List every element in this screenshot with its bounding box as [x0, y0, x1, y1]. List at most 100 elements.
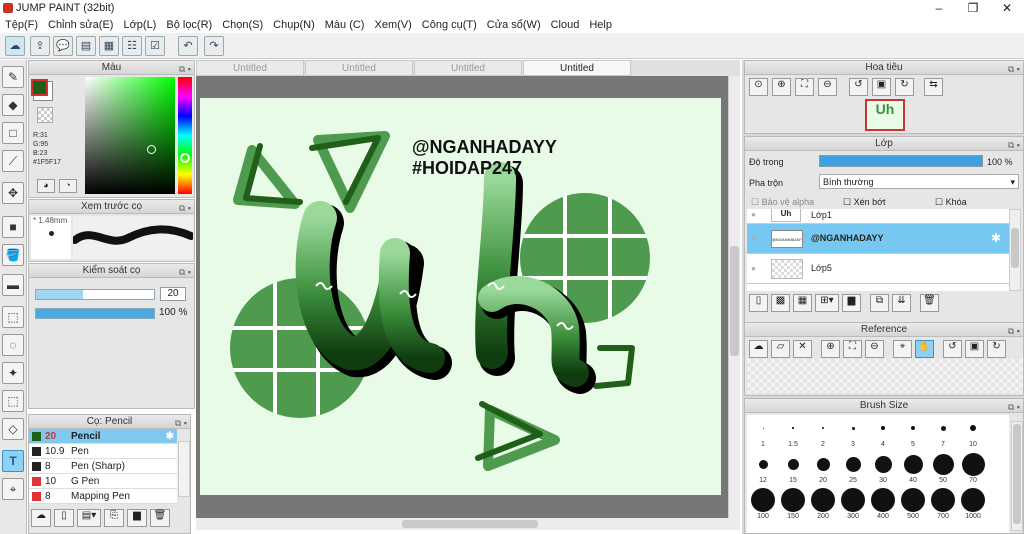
- layer-opacity-slider[interactable]: [819, 155, 983, 167]
- menu-edit[interactable]: Chỉnh sửa(E): [43, 17, 118, 33]
- brush-opacity-slider[interactable]: [35, 308, 155, 319]
- tab-untitled-active[interactable]: Untitled: [523, 60, 631, 76]
- brush-item-pen-sharp[interactable]: 8 Pen (Sharp): [29, 459, 177, 474]
- cloud-icon[interactable]: ☁: [5, 36, 25, 56]
- tab-untitled-1[interactable]: Untitled: [196, 60, 304, 76]
- brush-size-cell[interactable]: 5: [899, 417, 927, 451]
- menu-color[interactable]: Màu (C): [320, 17, 370, 33]
- clipping-checkbox[interactable]: ☐ Xén bớt: [843, 197, 886, 208]
- visibility-icon[interactable]: ●: [751, 264, 756, 273]
- brush-item-g-pen[interactable]: 10 G Pen: [29, 474, 177, 489]
- cloud-reference-icon[interactable]: ☁: [749, 340, 768, 358]
- brush-size-cell[interactable]: 700: [929, 488, 957, 523]
- brush-list-scrollbar[interactable]: [178, 441, 190, 497]
- brush-size-cell[interactable]: 300: [839, 488, 867, 523]
- panel-menu-icon[interactable]: ⧉ ▪: [1008, 138, 1020, 152]
- zoom-in-icon[interactable]: ⊕: [772, 78, 791, 96]
- lock-checkbox[interactable]: ☐ Khóa: [935, 197, 967, 208]
- panel-menu-icon[interactable]: ⧉ ▪: [1008, 324, 1020, 338]
- brush-size-input[interactable]: 20: [160, 287, 186, 301]
- reference-view[interactable]: [747, 359, 1023, 393]
- panel-icon[interactable]: ▦: [99, 36, 119, 56]
- brush-size-cell[interactable]: 1000: [959, 488, 987, 523]
- visibility-icon[interactable]: ●: [751, 210, 756, 219]
- open-reference-icon[interactable]: ▱: [771, 340, 790, 358]
- canvas-horizontal-scrollbar[interactable]: [196, 518, 740, 530]
- export-icon[interactable]: ⇪: [30, 36, 50, 56]
- brush-size-cell[interactable]: 200: [809, 488, 837, 523]
- panel-menu-icon[interactable]: ⧉ ▪: [175, 416, 187, 430]
- menu-window[interactable]: Cửa sổ(W): [482, 17, 546, 33]
- brush-size-scrollbar[interactable]: [1011, 421, 1023, 531]
- comment-icon[interactable]: 💬: [53, 36, 73, 56]
- color-palette-icon[interactable]: ◕: [37, 179, 55, 193]
- brush-size-cell[interactable]: 15: [779, 453, 807, 487]
- brush-size-cell[interactable]: 400: [869, 488, 897, 523]
- layer-row-lop1[interactable]: ● Uh Lớp1: [747, 209, 1009, 224]
- brush-size-cell[interactable]: 40: [899, 453, 927, 487]
- brush-size-cell[interactable]: 70: [959, 452, 987, 487]
- fit-window-icon[interactable]: ▣: [872, 78, 891, 96]
- panel-menu-icon[interactable]: ⧉ ▪: [1008, 62, 1020, 76]
- brush-item-mapping-pen[interactable]: 8 Mapping Pen: [29, 489, 177, 504]
- tab-untitled-3[interactable]: Untitled: [414, 60, 522, 76]
- menu-layer[interactable]: Lớp(L): [118, 17, 161, 33]
- new-brush-icon[interactable]: ▯: [54, 509, 74, 527]
- delete-layer-icon[interactable]: 🗑: [920, 294, 939, 312]
- list-icon[interactable]: ☷: [122, 36, 142, 56]
- transparent-color-swatch[interactable]: [37, 107, 53, 123]
- lasso-tool-icon[interactable]: ◌: [2, 334, 24, 356]
- brush-size-cell[interactable]: 2: [809, 417, 837, 451]
- horizontal-scroll-thumb[interactable]: [402, 520, 538, 528]
- new-halftone-layer-icon[interactable]: ▩: [771, 294, 790, 312]
- cloud-brush-icon[interactable]: ☁: [31, 509, 51, 527]
- ref-eyedropper-icon[interactable]: ⌖: [893, 340, 912, 358]
- ref-fit-window-icon[interactable]: ▣: [965, 340, 984, 358]
- menu-capture[interactable]: Chụp(N): [268, 17, 320, 33]
- brush-menu-icon[interactable]: ▤▾: [77, 509, 101, 527]
- brush-size-scroll-thumb[interactable]: [1013, 424, 1021, 524]
- ref-hand-icon[interactable]: ✋: [915, 340, 934, 358]
- hue-handle[interactable]: [180, 153, 190, 163]
- panel-menu-icon[interactable]: ⧉ ▪: [1008, 400, 1020, 414]
- layer-folder-icon[interactable]: ▆: [842, 294, 861, 312]
- layer-row-lop5[interactable]: ● Lớp5: [747, 254, 1009, 284]
- brush-size-slider[interactable]: [35, 289, 155, 300]
- brush-size-cell[interactable]: 30: [869, 453, 897, 487]
- rectangle-tool-icon[interactable]: □: [2, 122, 24, 144]
- brush-size-cell[interactable]: 1.5: [779, 417, 807, 451]
- menu-select[interactable]: Chọn(S): [217, 17, 268, 33]
- brush-size-cell[interactable]: 1: [749, 417, 777, 451]
- menu-tools[interactable]: Công cụ(T): [417, 17, 482, 33]
- move-tool-icon[interactable]: ✥: [2, 182, 24, 204]
- eyedropper-tool-icon[interactable]: ⌖: [2, 478, 24, 500]
- redo-icon[interactable]: ↷: [204, 36, 224, 56]
- color-mix-icon[interactable]: ◔: [59, 179, 77, 193]
- line-tool-icon[interactable]: ⟋: [2, 150, 24, 172]
- brush-item-pencil[interactable]: 20 Pencil ✱: [29, 429, 177, 444]
- panel-menu-icon[interactable]: ⧉ ▪: [179, 62, 191, 76]
- menu-cloud[interactable]: Cloud: [546, 17, 585, 33]
- ref-fit-icon[interactable]: ⛶: [843, 340, 862, 358]
- saturation-value-picker[interactable]: [85, 77, 175, 194]
- layer-scroll-thumb[interactable]: [1011, 228, 1019, 268]
- tab-untitled-2[interactable]: Untitled: [305, 60, 413, 76]
- visibility-icon[interactable]: ●: [751, 234, 756, 243]
- layer-settings-icon[interactable]: ✱: [991, 231, 1001, 245]
- brush-size-cell[interactable]: 7: [929, 417, 957, 451]
- select-rect-icon[interactable]: ⬚: [2, 306, 24, 328]
- select-pen-icon[interactable]: ⬚: [2, 390, 24, 412]
- rotate-left-icon[interactable]: ↺: [849, 78, 868, 96]
- copy-brush-icon[interactable]: ⎘: [104, 509, 124, 527]
- eraser-tool-icon[interactable]: ◆: [2, 94, 24, 116]
- rotate-right-icon[interactable]: ↻: [895, 78, 914, 96]
- protect-alpha-checkbox[interactable]: ☐ Bảo vệ alpha: [751, 197, 814, 208]
- ref-rotate-left-icon[interactable]: ↺: [943, 340, 962, 358]
- brush-size-cell[interactable]: 3: [839, 417, 867, 451]
- ref-zoom-out-icon[interactable]: ⊖: [865, 340, 884, 358]
- ref-rotate-right-icon[interactable]: ↻: [987, 340, 1006, 358]
- delete-brush-icon[interactable]: 🗑: [150, 509, 170, 527]
- merge-layer-icon[interactable]: ⇊: [892, 294, 911, 312]
- magic-wand-icon[interactable]: ✦: [2, 362, 24, 384]
- flip-icon[interactable]: ⇆: [924, 78, 943, 96]
